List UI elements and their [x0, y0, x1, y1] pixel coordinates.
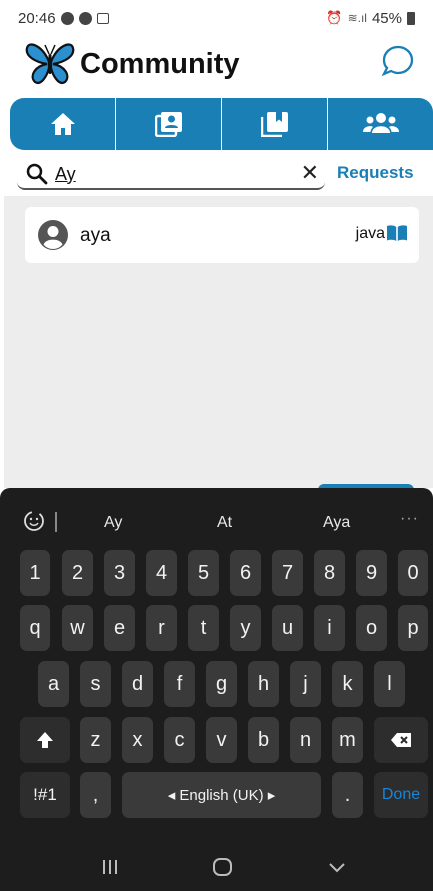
key-f[interactable]: f [164, 661, 195, 707]
key-k[interactable]: k [332, 661, 363, 707]
bookmark-book-icon [260, 112, 288, 137]
app-title: Community [80, 48, 240, 80]
key-b[interactable]: b [248, 717, 279, 763]
key-q[interactable]: q [20, 605, 50, 651]
keyboard: Ay At Aya ··· 1 2 3 4 5 6 7 8 9 0 q w e … [0, 488, 433, 891]
key-9[interactable]: 9 [356, 550, 387, 596]
status-left: 20:46 [18, 10, 109, 27]
tab-community[interactable] [328, 98, 433, 150]
search-icon [26, 163, 48, 185]
key-7[interactable]: 7 [272, 550, 303, 596]
key-l[interactable]: l [374, 661, 405, 707]
key-a[interactable]: a [38, 661, 69, 707]
suggestion-bar: Ay At Aya ··· [0, 504, 433, 540]
battery-icon [407, 11, 415, 25]
key-m[interactable]: m [332, 717, 363, 763]
alarm-icon: ⏰ [326, 10, 343, 25]
suggestion-1[interactable]: Ay [104, 514, 122, 532]
key-6[interactable]: 6 [230, 550, 261, 596]
home-icon [50, 113, 75, 135]
key-o[interactable]: o [356, 605, 387, 651]
status-time: 20:46 [18, 9, 56, 27]
suggestion-2[interactable]: At [217, 514, 232, 532]
results-list: aya java [4, 196, 433, 488]
avatar-icon [38, 220, 68, 250]
app-notification-icon [78, 11, 92, 25]
key-5[interactable]: 5 [188, 550, 219, 596]
more-options-icon[interactable]: ··· [400, 510, 419, 528]
user-language: java [355, 225, 385, 242]
symbols-key[interactable]: !#1 [20, 772, 70, 818]
list-item[interactable]: aya java [25, 207, 419, 263]
status-right: ⏰ ≋.ıl 45% [326, 10, 415, 27]
tab-contacts[interactable] [116, 98, 222, 150]
key-r[interactable]: r [146, 605, 177, 651]
backspace-key[interactable] [374, 717, 428, 763]
tab-library[interactable] [222, 98, 328, 150]
home-nav-icon[interactable] [212, 857, 234, 877]
key-t[interactable]: t [188, 605, 219, 651]
search-row: ✕ Requests [0, 156, 433, 194]
key-y[interactable]: y [230, 605, 261, 651]
wifi-signal-icon: ≋.ıl [347, 11, 367, 25]
status-bar: 20:46 ⏰ ≋.ıl 45% [0, 0, 433, 36]
butterfly-logo-icon [25, 43, 75, 84]
key-s[interactable]: s [80, 661, 111, 707]
image-notification-icon [96, 12, 109, 24]
space-key[interactable]: ◂ English (UK) ▸ [122, 772, 321, 818]
user-name: aya [80, 225, 111, 246]
battery-level: 45% [371, 9, 402, 27]
suggestion-3[interactable]: Aya [323, 514, 350, 532]
requests-link[interactable]: Requests [337, 163, 414, 183]
key-g[interactable]: g [206, 661, 237, 707]
key-w[interactable]: w [62, 605, 93, 651]
system-nav-bar [0, 851, 433, 891]
recent-apps-icon[interactable] [100, 857, 120, 877]
app-header: Community [0, 36, 433, 96]
chat-bubble-icon[interactable] [381, 44, 415, 78]
done-key[interactable]: Done [374, 772, 428, 818]
tab-home[interactable] [10, 98, 116, 150]
key-x[interactable]: x [122, 717, 153, 763]
key-4[interactable]: 4 [146, 550, 177, 596]
key-d[interactable]: d [122, 661, 153, 707]
key-u[interactable]: u [272, 605, 303, 651]
tab-bar [10, 98, 433, 150]
shift-arrow-icon [37, 732, 53, 748]
hide-keyboard-icon[interactable] [327, 857, 347, 877]
backspace-icon [391, 733, 411, 747]
contact-book-icon [154, 112, 182, 137]
suggestion-divider [55, 512, 57, 532]
key-e[interactable]: e [104, 605, 135, 651]
shift-key[interactable] [20, 717, 70, 763]
open-book-icon [387, 225, 407, 241]
key-j[interactable]: j [290, 661, 321, 707]
key-3[interactable]: 3 [104, 550, 135, 596]
key-h[interactable]: h [248, 661, 279, 707]
key-1[interactable]: 1 [20, 550, 50, 596]
key-2[interactable]: 2 [62, 550, 93, 596]
emoji-refresh-icon[interactable] [22, 509, 46, 533]
key-n[interactable]: n [290, 717, 321, 763]
period-key[interactable]: . [332, 772, 363, 818]
messenger-icon [60, 11, 74, 25]
search-box: ✕ [17, 158, 325, 190]
key-0[interactable]: 0 [398, 550, 428, 596]
key-8[interactable]: 8 [314, 550, 345, 596]
key-z[interactable]: z [80, 717, 111, 763]
key-p[interactable]: p [398, 605, 428, 651]
users-icon [362, 113, 399, 133]
comma-key[interactable]: , [80, 772, 111, 818]
key-i[interactable]: i [314, 605, 345, 651]
clear-search-icon[interactable]: ✕ [301, 162, 319, 184]
key-v[interactable]: v [206, 717, 237, 763]
search-input[interactable] [55, 161, 285, 187]
key-c[interactable]: c [164, 717, 195, 763]
